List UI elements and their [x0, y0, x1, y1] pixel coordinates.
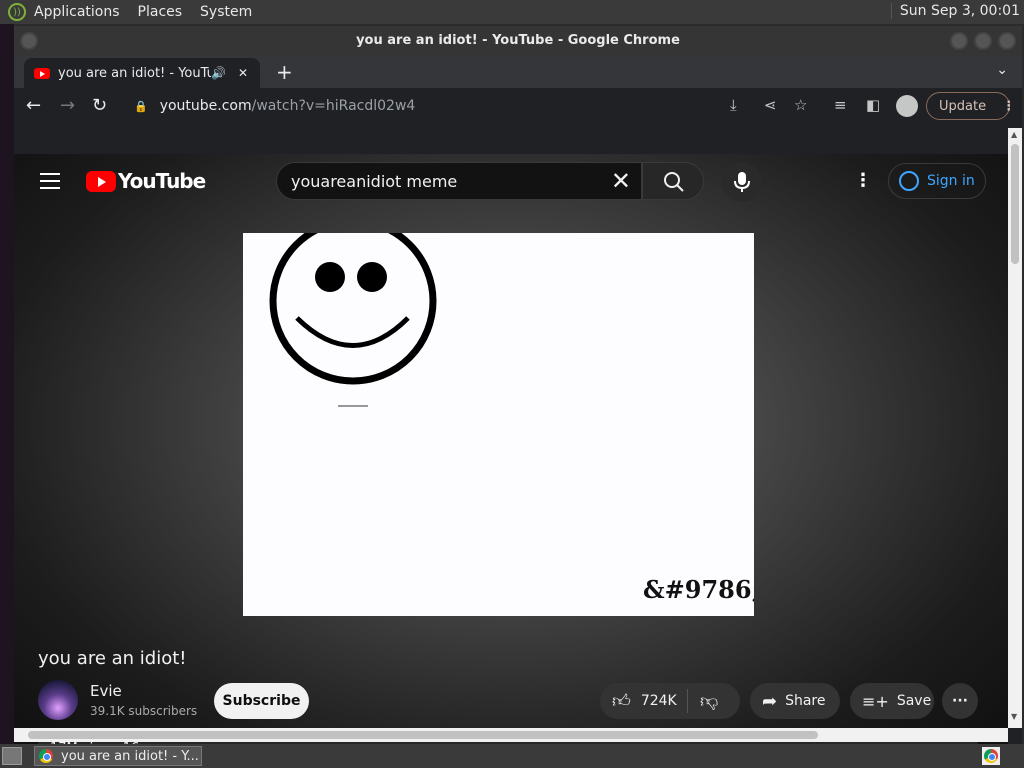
forward-icon[interactable]: → [60, 95, 75, 116]
share-arrow-icon: ➦ [762, 690, 778, 712]
share-button[interactable]: ➦ Share [750, 683, 840, 719]
taskbar-chrome-item[interactable]: you are an idiot! - Y... [34, 746, 202, 766]
vertical-scrollbar[interactable]: ▲ ▼ [1008, 128, 1022, 728]
bookmark-star-icon[interactable]: ☆ [794, 96, 807, 114]
close-window-icon[interactable] [998, 32, 1016, 50]
more-actions-button[interactable]: ··· [942, 683, 978, 719]
save-label: Save [896, 693, 932, 709]
window-menu-icon[interactable] [20, 32, 38, 50]
install-app-icon[interactable]: ⤓ [730, 96, 737, 114]
search-icon [664, 172, 684, 192]
update-label: Update [939, 98, 987, 114]
thumbs-down-icon[interactable]: 👎︎ [700, 690, 718, 712]
share-label: Share [785, 693, 826, 709]
clear-search-icon[interactable]: ✕ [611, 167, 631, 195]
youtube-favicon-icon [34, 67, 50, 79]
like-count[interactable]: 724K [641, 693, 677, 709]
scroll-up-icon[interactable]: ▲ [1011, 130, 1017, 139]
new-tab-icon[interactable]: + [276, 60, 293, 84]
window-title: you are an idiot! - YouTube - Google Chr… [356, 33, 680, 48]
channel-avatar[interactable] [38, 680, 78, 720]
address-bar[interactable]: 🔒 youtube.com/watch?v=hiRacdl02w4 [124, 91, 724, 121]
horizontal-scrollbar[interactable] [14, 728, 1008, 742]
video-overlay-text: &#9786; [643, 575, 754, 604]
desktop-background [0, 24, 14, 744]
search-button[interactable] [642, 162, 704, 200]
video-title: you are an idiot! [38, 648, 187, 669]
youtube-play-icon [86, 170, 116, 192]
menu-places[interactable]: Places [138, 4, 183, 20]
minimize-icon[interactable] [950, 32, 968, 50]
scroll-down-icon[interactable]: ▼ [1011, 712, 1017, 721]
search-input[interactable]: youareanidiot meme ✕ [276, 162, 642, 200]
desktop-taskbar: you are an idiot! - Y... [0, 744, 1024, 768]
channel-name[interactable]: Evie [90, 682, 122, 700]
tab-youtube[interactable]: you are an idiot! - YouTube 🔊 ✕ [24, 58, 260, 88]
back-icon[interactable]: ← [26, 95, 41, 116]
sign-in-label: Sign in [927, 173, 975, 189]
horizontal-scroll-thumb[interactable] [28, 731, 818, 739]
tab-close-icon[interactable]: ✕ [238, 66, 248, 80]
maximize-icon[interactable] [974, 32, 992, 50]
more-dots-icon: ··· [952, 693, 968, 709]
youtube-logo[interactable]: YouTube [86, 169, 206, 193]
side-panel-icon[interactable]: ◧ [866, 96, 880, 114]
youtube-masthead: YouTube youareanidiot meme ✕ ⋮ Sign in [14, 154, 1008, 210]
update-button[interactable]: Update ⋮ [926, 92, 1015, 120]
media-controls-icon[interactable]: ≡ [834, 96, 847, 114]
save-button[interactable]: ≡+ Save [850, 683, 934, 719]
smiley-face-icon [269, 233, 437, 407]
desktop-top-panel: )) Applications Places System Sun Sep 3,… [0, 0, 1024, 24]
reload-icon[interactable]: ↻ [92, 95, 107, 116]
chrome-icon [39, 749, 53, 763]
video-player[interactable]: &#9786; [243, 233, 754, 616]
like-dislike-group: 👍︎ 724K 👎︎ [600, 683, 740, 719]
menu-system[interactable]: System [200, 4, 252, 20]
vertical-scroll-thumb[interactable] [1011, 144, 1019, 264]
menu-applications[interactable]: Applications [34, 4, 120, 20]
search-value: youareanidiot meme [291, 171, 458, 191]
audio-playing-icon[interactable]: 🔊 [211, 66, 226, 80]
url-path: /watch?v=hiRacdl02w4 [251, 98, 416, 114]
youtube-page: YouTube youareanidiot meme ✕ ⋮ Sign in &… [14, 154, 1008, 754]
share-page-icon[interactable]: ⋖ [764, 96, 777, 114]
tab-strip: you are an idiot! - YouTube 🔊 ✕ + ⌄ [14, 56, 1022, 88]
chrome-menu-icon[interactable]: ⋮ [1002, 99, 1015, 114]
playlist-add-icon: ≡+ [862, 691, 889, 711]
youtube-logo-text: YouTube [118, 169, 206, 193]
lock-icon[interactable]: 🔒 [134, 100, 148, 113]
account-icon [899, 171, 919, 191]
tray-chrome-icon[interactable] [982, 747, 1000, 765]
microphone-icon [734, 172, 750, 192]
sign-in-button[interactable]: Sign in [888, 163, 986, 199]
chrome-tray-icon [984, 749, 998, 763]
guide-menu-icon[interactable] [40, 173, 60, 189]
voice-search-button[interactable] [722, 162, 762, 202]
tab-search-chevron-icon[interactable]: ⌄ [996, 62, 1008, 78]
browser-toolbar: ← → ↻ 🔒 youtube.com/watch?v=hiRacdl02w4 … [14, 88, 1022, 124]
chrome-window: you are an idiot! - YouTube - Google Chr… [14, 26, 1022, 754]
show-desktop-icon[interactable] [2, 747, 22, 765]
clock[interactable]: Sun Sep 3, 00:01 [890, 3, 1020, 19]
subscriber-count: 39.1K subscribers [90, 704, 198, 718]
window-titlebar[interactable]: you are an idiot! - YouTube - Google Chr… [14, 26, 1022, 56]
url-host: youtube.com [159, 98, 252, 114]
subscribe-button[interactable]: Subscribe [214, 683, 309, 719]
desktop-logo-icon[interactable]: )) [8, 3, 26, 21]
thumbs-up-icon[interactable]: 👍︎ [612, 690, 631, 712]
settings-kebab-icon[interactable]: ⋮ [854, 170, 872, 191]
tab-title: you are an idiot! - YouTube [58, 65, 211, 81]
profile-avatar-icon[interactable] [896, 95, 918, 117]
like-divider [687, 689, 688, 713]
taskbar-item-label: you are an idiot! - Y... [61, 748, 199, 764]
